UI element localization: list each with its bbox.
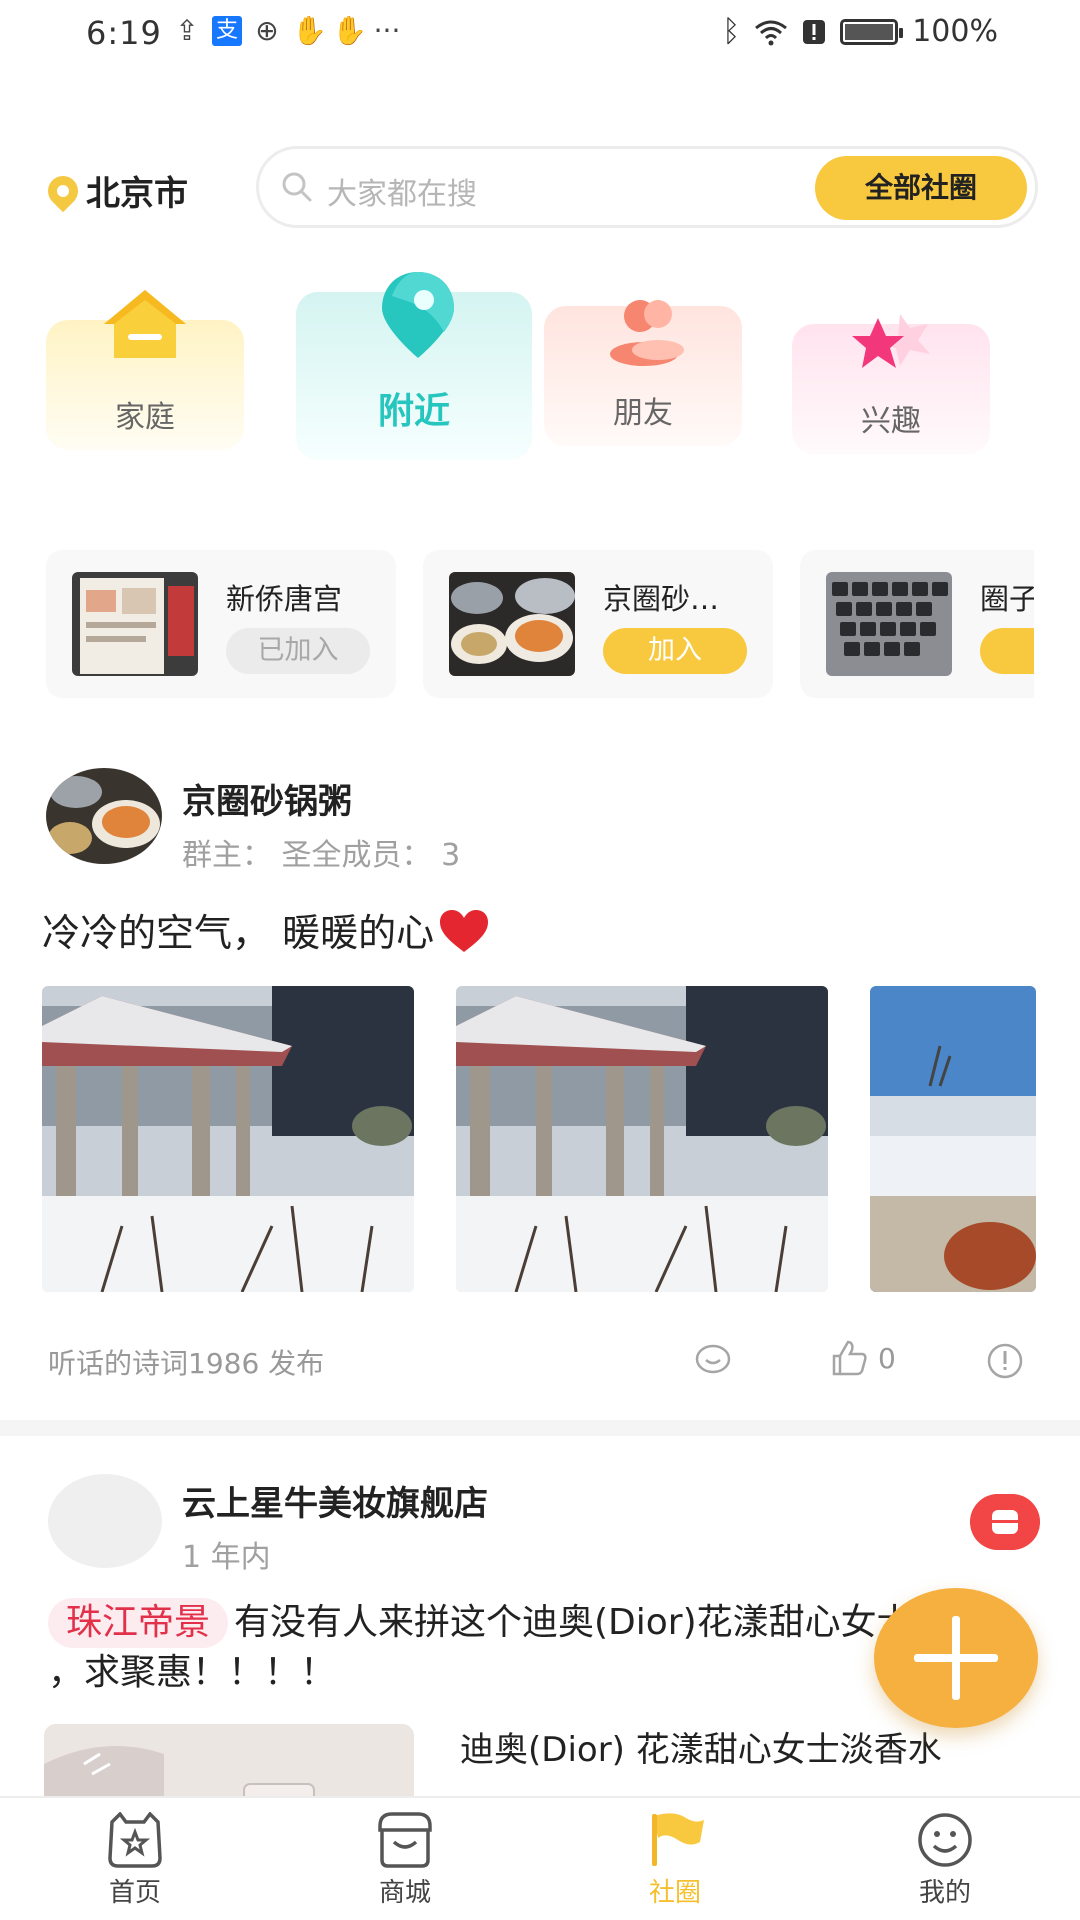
search-bar[interactable]: 大家都在搜 全部社圈 (256, 146, 1038, 228)
alipay-icon: 支 (212, 16, 242, 46)
battery-percent: 100% (912, 14, 998, 49)
like-count: 0 (878, 1342, 896, 1375)
category-family[interactable]: 家庭 (46, 290, 244, 450)
flag-icon (652, 1813, 704, 1866)
more-dots-icon: ··· (373, 14, 401, 47)
section-divider (0, 1420, 1080, 1436)
nav-circles-label: 社圈 (648, 1878, 701, 1908)
globe-icon: ⊕ (255, 14, 279, 47)
join-button[interactable]: 加 (980, 628, 1034, 674)
report-icon[interactable] (986, 1342, 1024, 1380)
group-card[interactable]: 圈子 加 (800, 550, 1034, 698)
shop-name[interactable]: 云上星牛美妆旗舰店 (182, 1476, 488, 1525)
group-name: 新侨唐宫 (226, 582, 343, 616)
nav-home-label: 首页 (108, 1878, 161, 1908)
search-icon (282, 172, 312, 202)
nav-shop-label: 商城 (378, 1878, 431, 1908)
post-text-content: 冷冷的空气， 暖暖的心 (42, 911, 435, 955)
post-text: 冷冷的空气， 暖暖的心 (42, 902, 490, 957)
group-meta: 群主： 圣全成员： 3 (182, 838, 461, 873)
star-icon (852, 314, 930, 368)
post-image[interactable] (456, 986, 828, 1292)
comment-icon[interactable] (694, 1344, 732, 1378)
bottom-nav: 首页 商城 社圈 我的 (0, 1796, 1080, 1920)
group-card[interactable]: 新侨唐宫 已加入 (46, 550, 396, 698)
group-name: 京圈砂… (603, 582, 720, 616)
house-icon (104, 290, 186, 358)
category-nearby-label: 附近 (377, 391, 450, 432)
group-thumbnail (449, 572, 575, 676)
people-icon (610, 300, 684, 366)
city-label: 北京市 (86, 174, 188, 214)
shop-icon (378, 1812, 432, 1868)
hand-icon: ✋ (332, 14, 367, 47)
nav-me-label: 我的 (918, 1878, 971, 1908)
heart-icon (440, 910, 489, 952)
battery-icon (840, 18, 904, 45)
status-time: 6:19 (86, 14, 162, 52)
nav-me[interactable]: 我的 (855, 1798, 1035, 1920)
location-pin-icon (41, 169, 85, 212)
city-selector[interactable]: 北京市 (41, 166, 188, 215)
category-friends-label: 朋友 (613, 396, 673, 431)
category-interest[interactable]: 兴趣 (792, 314, 990, 454)
alert-icon (803, 19, 826, 44)
group-card[interactable]: 京圈砂… 加入 (423, 550, 773, 698)
group-thumbnail (826, 572, 952, 676)
notification-icons: ⇪ 支 ⊕ ✋ ✋ ··· (172, 16, 402, 46)
bluetooth-icon: ᛒ (722, 14, 741, 49)
groups-carousel[interactable]: 新侨唐宫 已加入 京圈砂… 加入 圈子 加 (46, 550, 1034, 700)
post-image[interactable] (870, 986, 1036, 1292)
category-interest-label: 兴趣 (861, 404, 921, 439)
status-bar: 6:19 ⇪ 支 ⊕ ✋ ✋ ··· ᛒ 100% (0, 0, 1080, 70)
upload-icon: ⇪ (175, 14, 199, 47)
smiley-icon (918, 1813, 972, 1867)
nav-circles[interactable]: 社圈 (585, 1798, 765, 1920)
create-post-button[interactable] (874, 1588, 1038, 1728)
category-nearby[interactable]: 附近 (296, 272, 532, 460)
like-icon[interactable] (830, 1340, 868, 1376)
group-thumbnail (72, 572, 198, 676)
hand-icon: ✋ (292, 14, 327, 47)
search-input[interactable]: 大家都在搜 (327, 169, 477, 213)
location-tag[interactable]: 珠江帝景 (48, 1598, 229, 1648)
avatar[interactable] (48, 1474, 162, 1568)
group-name[interactable]: 京圈砂锅粥 (182, 774, 352, 823)
battery-fill (845, 23, 894, 40)
system-icons: ᛒ 100% (722, 14, 998, 49)
wifi-icon (755, 20, 788, 45)
post-time: 1 年内 (182, 1540, 271, 1575)
nav-shop[interactable]: 商城 (315, 1798, 495, 1920)
post-author: 听话的诗词1986 发布 (48, 1347, 325, 1380)
group-name: 圈子 (980, 582, 1034, 616)
message-icon[interactable] (970, 1494, 1040, 1550)
all-circles-button[interactable]: 全部社圈 (815, 156, 1027, 220)
join-button[interactable]: 加入 (603, 628, 747, 674)
nav-home[interactable]: 首页 (45, 1798, 225, 1920)
product-title[interactable]: 迪奥(Dior) 花漾甜心女士淡香水 (460, 1724, 1020, 1798)
location-pin-icon (382, 272, 454, 358)
home-icon (108, 1812, 162, 1868)
category-friends[interactable]: 朋友 (544, 300, 742, 446)
joined-button[interactable]: 已加入 (226, 628, 370, 674)
category-family-label: 家庭 (115, 400, 175, 435)
group-avatar[interactable] (46, 768, 162, 864)
post-image[interactable] (42, 986, 414, 1292)
